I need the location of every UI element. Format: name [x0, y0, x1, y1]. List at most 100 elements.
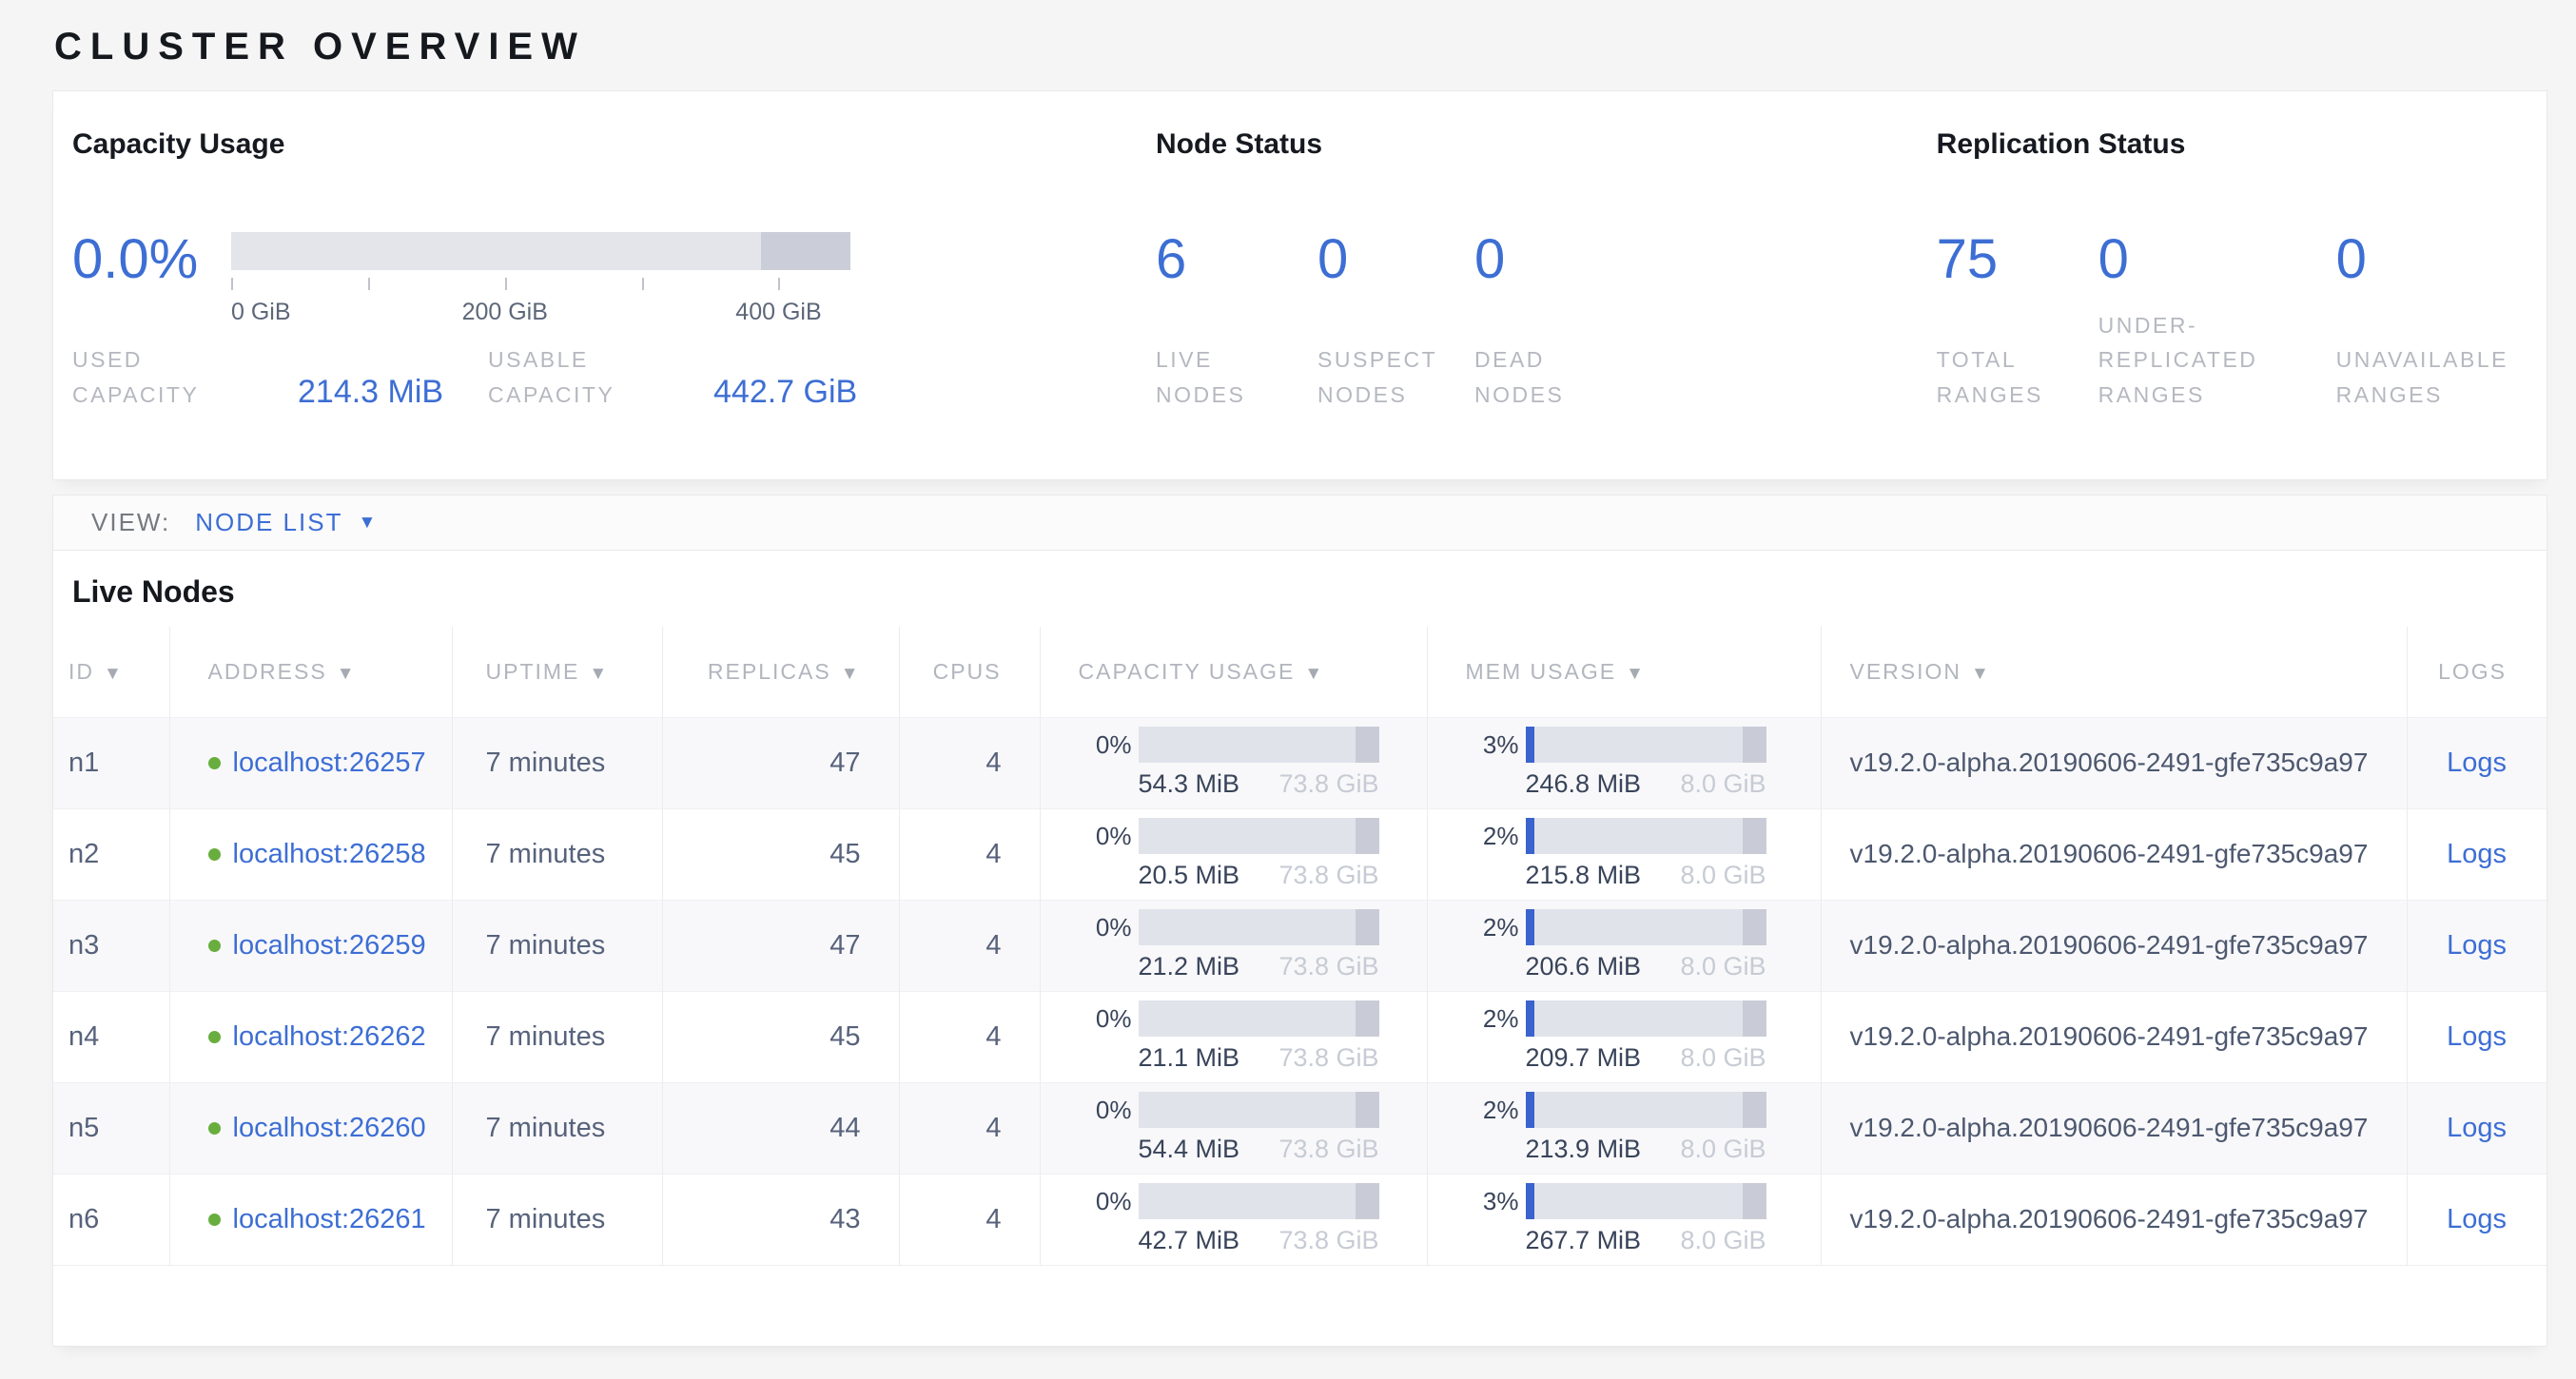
cell-logs: Logs	[2407, 717, 2547, 808]
node-live-status-dot	[208, 1122, 221, 1135]
used-capacity-label: USED CAPACITY	[72, 342, 298, 413]
cell-capacity: 0%21.1 MiB73.8 GiB	[1040, 991, 1427, 1082]
capacity-gauge: 0 GiB200 GiB400 GiB	[231, 232, 850, 337]
usage-bar-other-segment	[1743, 1092, 1766, 1128]
logs-link[interactable]: Logs	[2447, 930, 2507, 961]
usage-bar	[1526, 1000, 1766, 1037]
sort-arrow-icon: ▼	[1971, 664, 1991, 684]
node-list-card: VIEW: NODE LIST ▼ Live Nodes ID▼ADDRESS▼…	[52, 495, 2547, 1347]
logs-link[interactable]: Logs	[2447, 1204, 2507, 1234]
column-header-label: ID	[68, 659, 94, 684]
usage-percent: 2%	[1466, 913, 1519, 942]
table-row: n4localhost:262627 minutes4540%21.1 MiB7…	[53, 991, 2547, 1082]
cell-version: v19.2.0-alpha.20190606-2491-gfe735c9a97	[1821, 1174, 2407, 1265]
total-ranges-value: 75	[1937, 232, 2098, 287]
suspect-nodes-label: SUSPECT NODES	[1317, 342, 1474, 413]
column-header-capacity[interactable]: CAPACITY USAGE▼	[1040, 627, 1427, 717]
logs-link[interactable]: Logs	[2447, 839, 2507, 869]
usage-percent: 2%	[1466, 1004, 1519, 1034]
live-nodes-value: 6	[1156, 232, 1317, 287]
usage-bar-other-segment	[1356, 818, 1378, 854]
live-nodes-table: ID▼ADDRESS▼UPTIME▼REPLICAS▼CPUSCAPACITY …	[53, 627, 2547, 1266]
cell-version: v19.2.0-alpha.20190606-2491-gfe735c9a97	[1821, 808, 2407, 900]
live-nodes-label: LIVE NODES	[1156, 342, 1317, 413]
cell-uptime: 7 minutes	[452, 1174, 662, 1265]
axis-tick-label: 400 GiB	[735, 299, 821, 326]
node-address-link[interactable]: localhost:26261	[233, 1204, 426, 1234]
axis-tick	[778, 278, 780, 290]
capacity-bar	[231, 232, 850, 270]
sort-arrow-icon: ▼	[1626, 664, 1646, 684]
node-live-status-dot	[208, 848, 221, 861]
cell-version: v19.2.0-alpha.20190606-2491-gfe735c9a97	[1821, 717, 2407, 808]
capacity-axis: 0 GiB200 GiB400 GiB	[231, 278, 850, 337]
cell-address: localhost:26260	[169, 1082, 452, 1174]
dead-nodes-value: 0	[1474, 232, 1564, 287]
replication-status-section: Replication Status 75 TOTAL RANGES 0 UND…	[1937, 127, 2508, 479]
table-row: n2localhost:262587 minutes4540%20.5 MiB7…	[53, 808, 2547, 900]
unavailable-ranges-stat: 0 UNAVAILABLE RANGES	[2336, 232, 2508, 413]
usage-total-value: 73.8 GiB	[1278, 769, 1378, 799]
column-header-label: CAPACITY USAGE	[1079, 659, 1296, 684]
cell-cpus: 4	[899, 717, 1040, 808]
node-address-link[interactable]: localhost:26259	[233, 930, 426, 961]
usage-used-value: 20.5 MiB	[1139, 861, 1240, 890]
cell-memory: 3%267.7 MiB8.0 GiB	[1427, 1174, 1821, 1265]
usage-bar	[1139, 1092, 1379, 1128]
logs-link[interactable]: Logs	[2447, 1113, 2507, 1143]
table-row: n5localhost:262607 minutes4440%54.4 MiB7…	[53, 1082, 2547, 1174]
total-ranges-label: TOTAL RANGES	[1937, 342, 2098, 413]
column-header-replicas[interactable]: REPLICAS▼	[662, 627, 899, 717]
usage-percent: 0%	[1079, 1187, 1132, 1216]
usage-bar-fill	[1526, 909, 1534, 945]
page-title: CLUSTER OVERVIEW	[0, 0, 2576, 90]
cluster-summary-card: Capacity Usage 0.0% 0 GiB200 GiB400 GiB …	[52, 90, 2547, 480]
column-header-uptime[interactable]: UPTIME▼	[452, 627, 662, 717]
usage-meter: 3%267.7 MiB8.0 GiB	[1466, 1183, 1821, 1255]
usage-total-value: 73.8 GiB	[1278, 1135, 1378, 1164]
table-footer	[53, 1266, 2547, 1346]
cell-logs: Logs	[2407, 1082, 2547, 1174]
cell-address: localhost:26262	[169, 991, 452, 1082]
column-header-label: REPLICAS	[708, 659, 831, 684]
node-address-link[interactable]: localhost:26260	[233, 1113, 426, 1143]
axis-tick-label: 0 GiB	[231, 299, 291, 326]
usage-bar-other-segment	[1743, 1000, 1766, 1037]
column-header-version[interactable]: VERSION▼	[1821, 627, 2407, 717]
usage-bar	[1526, 909, 1766, 945]
cell-memory: 2%213.9 MiB8.0 GiB	[1427, 1082, 1821, 1174]
column-header-address[interactable]: ADDRESS▼	[169, 627, 452, 717]
suspect-nodes-stat: 0 SUSPECT NODES	[1317, 232, 1474, 413]
node-address-link[interactable]: localhost:26257	[233, 748, 426, 778]
logs-link[interactable]: Logs	[2447, 748, 2507, 778]
under-replicated-ranges-value: 0	[2098, 232, 2336, 287]
usage-percent: 0%	[1079, 730, 1132, 760]
cell-cpus: 4	[899, 900, 1040, 991]
cell-capacity: 0%54.3 MiB73.8 GiB	[1040, 717, 1427, 808]
usage-bar-other-segment	[1743, 1183, 1766, 1219]
node-address-link[interactable]: localhost:26262	[233, 1021, 426, 1052]
usage-total-value: 73.8 GiB	[1278, 1226, 1378, 1255]
usage-bar	[1139, 909, 1379, 945]
view-label: VIEW:	[91, 508, 170, 537]
usage-meter: 0%54.3 MiB73.8 GiB	[1079, 727, 1427, 799]
logs-link[interactable]: Logs	[2447, 1021, 2507, 1052]
column-header-id[interactable]: ID▼	[53, 627, 169, 717]
cell-capacity: 0%42.7 MiB73.8 GiB	[1040, 1174, 1427, 1265]
usage-bar-other-segment	[1356, 1092, 1378, 1128]
usage-percent: 2%	[1466, 822, 1519, 851]
usage-bar-fill	[1526, 1000, 1534, 1037]
usage-bar	[1526, 1183, 1766, 1219]
usage-total-value: 8.0 GiB	[1680, 952, 1766, 981]
view-selector-dropdown[interactable]: NODE LIST ▼	[195, 508, 378, 537]
column-header-memory[interactable]: MEM USAGE▼	[1427, 627, 1821, 717]
node-address-link[interactable]: localhost:26258	[233, 839, 426, 869]
usage-meter: 2%215.8 MiB8.0 GiB	[1466, 818, 1821, 890]
used-capacity-stat: USED CAPACITY 214.3 MiB	[72, 342, 488, 413]
table-row: n3localhost:262597 minutes4740%21.2 MiB7…	[53, 900, 2547, 991]
usage-percent: 3%	[1466, 730, 1519, 760]
table-row: n6localhost:262617 minutes4340%42.7 MiB7…	[53, 1174, 2547, 1265]
live-nodes-table-title: Live Nodes	[72, 573, 2547, 610]
cell-uptime: 7 minutes	[452, 717, 662, 808]
dead-nodes-stat: 0 DEAD NODES	[1474, 232, 1564, 413]
